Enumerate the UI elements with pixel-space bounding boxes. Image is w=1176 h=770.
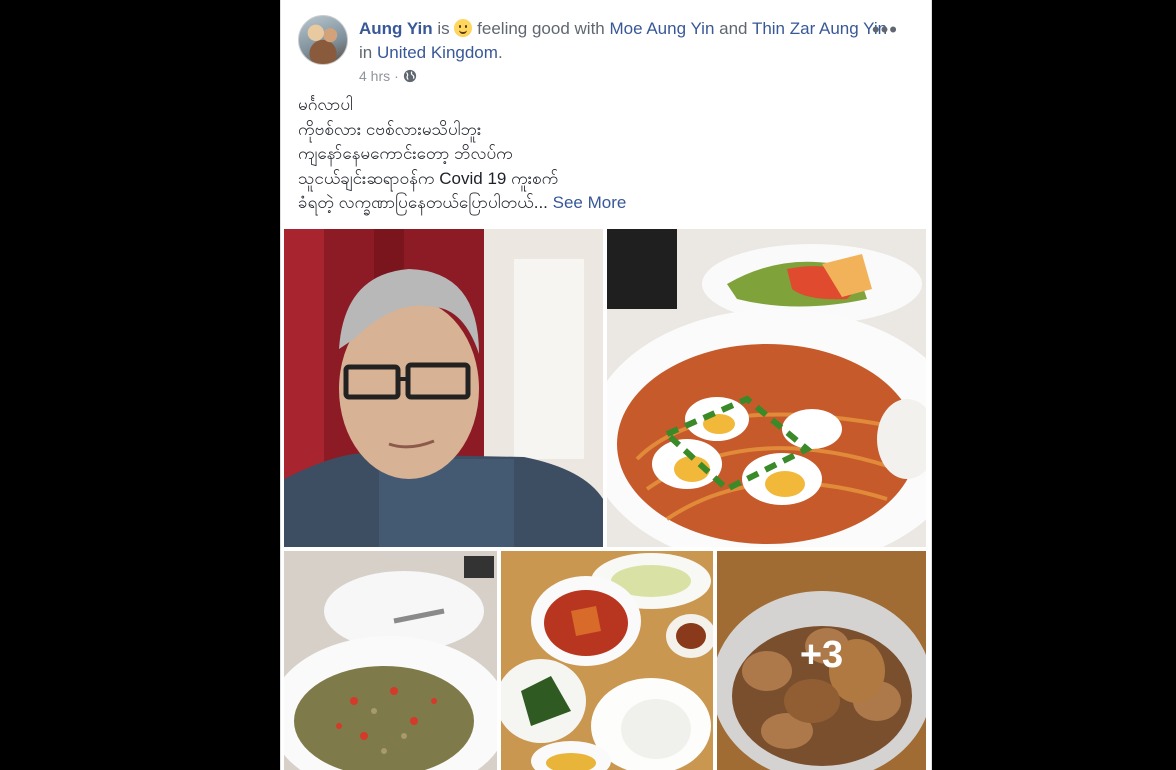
photo-pork-more[interactable]: +3 — [717, 551, 926, 770]
feeling-text: feeling good with — [477, 19, 605, 38]
more-photos-count[interactable]: +3 — [717, 551, 926, 770]
post-time[interactable]: 4 hrs — [359, 68, 390, 84]
post-meta: 4 hrs · — [359, 68, 417, 84]
smile-emoji-icon — [454, 19, 473, 37]
author-name[interactable]: Aung Yin — [359, 19, 433, 38]
post-line: ကျနော်နေမကောင်းတော့ ဘိလပ်က — [298, 144, 513, 163]
and-text: and — [719, 19, 748, 38]
post-line: ကိုဗစ်လား ငဗစ်လားမသိပါဘူး — [298, 119, 482, 139]
post-line-text: ခံရတဲ့ လက္ခဏာပြနေတယ်ပြောပါတယ်... — [298, 193, 548, 212]
verb-text: is — [437, 19, 450, 38]
post-card: Aung Yin is feeling good with Moe Aung Y… — [280, 0, 932, 770]
see-more-link[interactable]: See More — [553, 193, 627, 212]
photo-curry[interactable] — [501, 551, 713, 770]
selfie-illustration — [284, 229, 603, 547]
post-text: မင်္ဂလာပါ ကိုဗစ်လား ငဗစ်လားမသိပါဘူး ကျနေ… — [298, 93, 908, 216]
location-link[interactable]: United Kingdom — [377, 43, 498, 62]
globe-icon[interactable] — [403, 69, 417, 83]
post-line: သူငယ်ချင်းဆရာဝန်က Covid 19 ကူးစက် — [298, 168, 559, 188]
more-options-icon[interactable]: ••• — [872, 19, 898, 41]
post-headline: Aung Yin is feeling good with Moe Aung Y… — [359, 17, 889, 65]
curry-illustration — [501, 551, 713, 770]
meta-dot: · — [394, 68, 399, 84]
post-line: မင်္ဂလာပါ — [298, 95, 353, 114]
post-line: ခံရတဲ့ လက္ခဏာပြနေတယ်ပြောပါတယ်... See Mor… — [298, 191, 908, 216]
in-text: in — [359, 43, 373, 62]
noodles-illustration — [607, 229, 926, 547]
author-avatar[interactable] — [298, 15, 348, 65]
photo-salad[interactable] — [284, 551, 497, 770]
photo-selfie[interactable] — [284, 229, 603, 547]
salad-illustration — [284, 551, 497, 770]
photo-noodles[interactable] — [607, 229, 926, 547]
tagged-friend-1[interactable]: Moe Aung Yin — [609, 19, 714, 38]
period-text: . — [497, 43, 503, 62]
tagged-friend-2[interactable]: Thin Zar Aung Yin — [752, 19, 887, 38]
